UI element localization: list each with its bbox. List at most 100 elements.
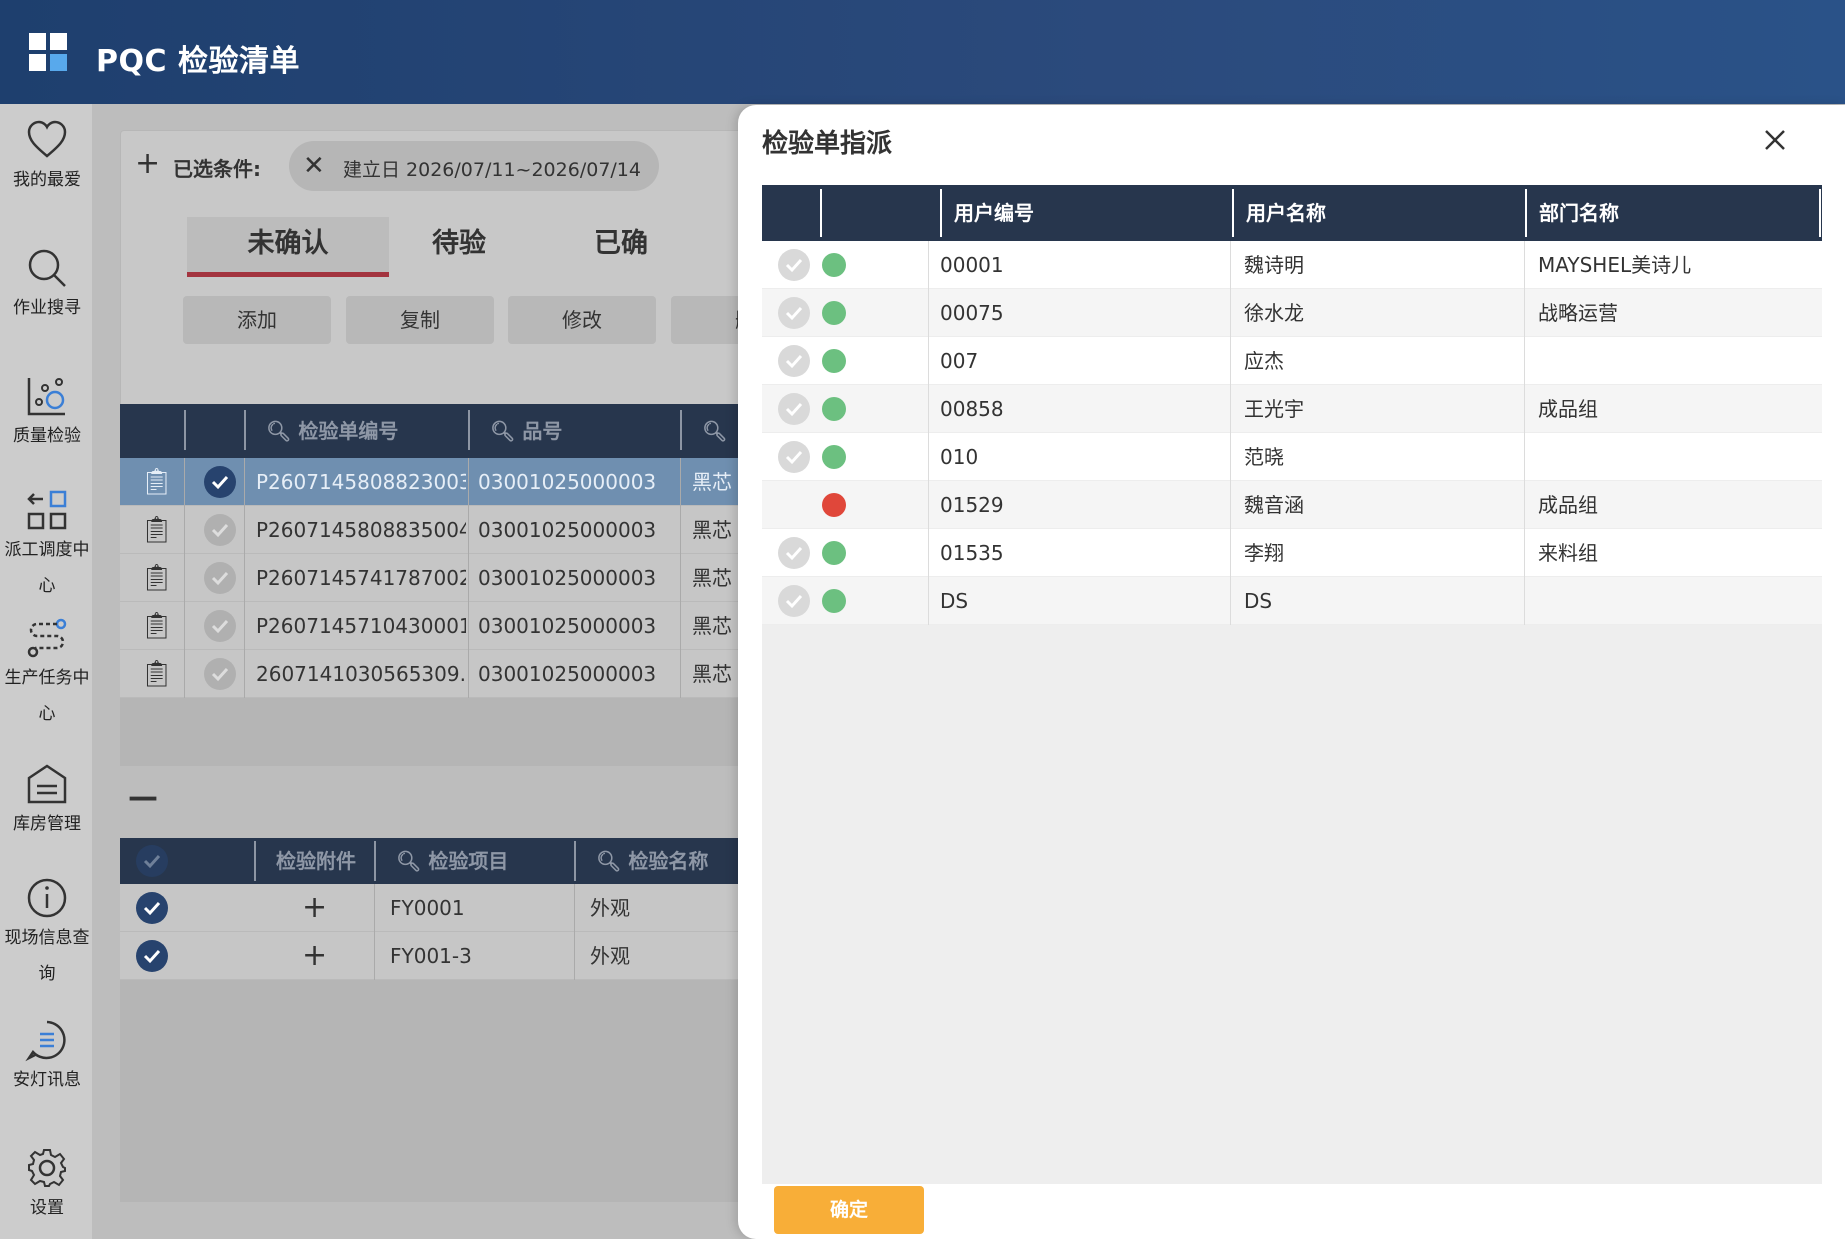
column-header-department[interactable]: 部门名称 xyxy=(1539,185,1619,241)
check-icon xyxy=(143,854,161,869)
user-row[interactable]: 010 范晓 xyxy=(762,433,1822,481)
column-header-desc[interactable]: 🔍︎ xyxy=(702,404,727,458)
grid-header: 🔍︎ 检验单编号 🔍︎ 品号 🔍︎ xyxy=(120,404,835,458)
row-checkbox[interactable] xyxy=(136,940,168,972)
cell-user-id: 00075 xyxy=(940,301,1004,325)
column-header-item[interactable]: 🔍︎ 检验项目 xyxy=(396,838,508,884)
column-header-name[interactable]: 🔍︎ 检验名称 xyxy=(596,838,708,884)
sidebar-item-quality[interactable]: 质量检验 xyxy=(0,374,94,454)
condition-chip-text: 建立日 2026/07/11~2026/07/14 xyxy=(343,159,641,181)
cell-divider xyxy=(1524,385,1525,433)
row-checkbox[interactable] xyxy=(778,345,810,377)
clipboard-icon[interactable]: 📋︎ xyxy=(140,650,173,698)
cell-user-name: 魏诗明 xyxy=(1244,253,1304,277)
add-attachment-button[interactable]: + xyxy=(302,932,327,980)
column-divider xyxy=(940,189,942,237)
row-checkbox[interactable] xyxy=(778,393,810,425)
row-checkbox[interactable] xyxy=(204,514,236,546)
tab-unconfirmed[interactable]: 未确认 xyxy=(187,217,389,277)
row-checkbox[interactable] xyxy=(778,297,810,329)
table-row[interactable]: 📋︎ P2607145808823003 03001025000003 黑芯 xyxy=(120,458,835,506)
add-attachment-button[interactable]: + xyxy=(302,884,327,932)
column-header-part-no[interactable]: 🔍︎ 品号 xyxy=(490,404,562,458)
clipboard-icon[interactable]: 📋︎ xyxy=(140,458,173,506)
column-header-user-name[interactable]: 用户名称 xyxy=(1246,185,1326,241)
check-icon xyxy=(211,523,229,538)
column-divider xyxy=(374,841,376,881)
cell-divider xyxy=(574,932,575,980)
sidebar-item-settings[interactable]: 设置 xyxy=(0,1146,94,1226)
cell-divider xyxy=(1230,529,1231,577)
row-checkbox[interactable] xyxy=(204,562,236,594)
cell-part-no: 03001025000003 xyxy=(478,614,657,638)
row-checkbox[interactable] xyxy=(204,658,236,690)
cell-user-name: DS xyxy=(1244,589,1273,613)
search-icon: 🔍︎ xyxy=(490,419,516,443)
column-header-user-id[interactable]: 用户编号 xyxy=(954,185,1034,241)
add-button[interactable]: 添加 xyxy=(183,296,331,344)
app-grid-icon[interactable] xyxy=(29,33,67,71)
sidebar-item-favorites[interactable]: 我的最爱 xyxy=(0,118,94,198)
select-all-checkbox[interactable] xyxy=(136,845,168,877)
search-icon: 🔍︎ xyxy=(596,849,622,873)
row-checkbox[interactable] xyxy=(204,466,236,498)
confirm-button[interactable]: 确定 xyxy=(774,1186,924,1234)
column-header-inspection-no[interactable]: 🔍︎ 检验单编号 xyxy=(266,404,398,458)
copy-button[interactable]: 复制 xyxy=(346,296,494,344)
row-checkbox[interactable] xyxy=(204,610,236,642)
user-row[interactable]: 007 应杰 xyxy=(762,337,1822,385)
add-condition-button[interactable]: + xyxy=(135,149,160,179)
table-row[interactable]: 📋︎ P2607145710430001 03001025000003 黑芯 xyxy=(120,602,835,650)
edit-button[interactable]: 修改 xyxy=(508,296,656,344)
close-icon[interactable] xyxy=(1758,123,1792,157)
cell-user-id: 01529 xyxy=(940,493,1004,517)
table-row[interactable]: 📋︎ 2607141030565309... 03001025000003 黑芯 xyxy=(120,650,835,698)
sidebar-item-dispatch[interactable]: 派工调度中 心 xyxy=(0,488,94,604)
check-icon xyxy=(785,546,803,561)
row-checkbox[interactable] xyxy=(136,892,168,924)
cell-divider xyxy=(1524,241,1525,289)
sidebar-item-andon[interactable]: 安灯讯息 xyxy=(0,1018,94,1098)
row-checkbox[interactable] xyxy=(778,441,810,473)
tab-confirmed[interactable]: 已⁠确 xyxy=(591,217,651,277)
row-checkbox[interactable] xyxy=(778,249,810,281)
info-icon xyxy=(27,878,67,918)
check-icon xyxy=(143,901,161,916)
cell-desc: 黑芯 xyxy=(692,614,732,638)
cell-user-id: 010 xyxy=(940,445,979,469)
table-row[interactable]: 📋︎ P2607145808835004 03001025000003 黑芯 xyxy=(120,506,835,554)
clipboard-icon[interactable]: 📋︎ xyxy=(140,506,173,554)
user-row[interactable]: 00075 徐水龙 战略运营 xyxy=(762,289,1822,337)
user-row[interactable]: 01529 魏音涵 成品组 xyxy=(762,481,1822,529)
list-item[interactable]: + FY0001 外观 xyxy=(120,884,835,932)
cell-divider xyxy=(1524,289,1525,337)
tab-pending[interactable]: 待验 xyxy=(389,217,529,277)
detail-empty-area xyxy=(120,980,835,1202)
table-row[interactable]: 📋︎ P2607145741787002 03001025000003 黑芯 xyxy=(120,554,835,602)
condition-chip[interactable]: ✕ 建立日 2026/07/11~2026/07/14 xyxy=(289,141,659,191)
sidebar-item-search[interactable]: 作业搜寻 xyxy=(0,246,94,326)
row-checkbox[interactable] xyxy=(778,537,810,569)
warehouse-icon xyxy=(27,764,67,804)
collapse-button[interactable]: — xyxy=(128,780,158,815)
sidebar-item-warehouse[interactable]: 库房管理 xyxy=(0,762,94,842)
cell-divider xyxy=(1230,289,1231,337)
user-row[interactable]: 01535 李翔 来料组 xyxy=(762,529,1822,577)
cell-divider xyxy=(1230,577,1231,625)
close-icon[interactable]: ✕ xyxy=(303,153,325,179)
user-row[interactable]: DS DS xyxy=(762,577,1822,625)
column-header-attachment[interactable]: 检验附件 xyxy=(276,838,356,884)
sidebar-item-site-info[interactable]: 现场信息查 询 xyxy=(0,876,94,992)
column-divider xyxy=(1232,189,1234,237)
row-checkbox[interactable] xyxy=(778,585,810,617)
cell-divider xyxy=(184,650,185,698)
list-item[interactable]: + FY001-3 外观 xyxy=(120,932,835,980)
heart-icon xyxy=(27,120,67,158)
user-row[interactable]: 00858 王光宇 成品组 xyxy=(762,385,1822,433)
sidebar-item-production[interactable]: 生产任务中 心 xyxy=(0,616,94,732)
cell-inspection-no: P2607145808835004 xyxy=(256,518,466,542)
clipboard-icon[interactable]: 📋︎ xyxy=(140,602,173,650)
cell-divider xyxy=(1230,433,1231,481)
user-row[interactable]: 00001 魏诗明 MAYSHEL美诗儿 xyxy=(762,241,1822,289)
clipboard-icon[interactable]: 📋︎ xyxy=(140,554,173,602)
